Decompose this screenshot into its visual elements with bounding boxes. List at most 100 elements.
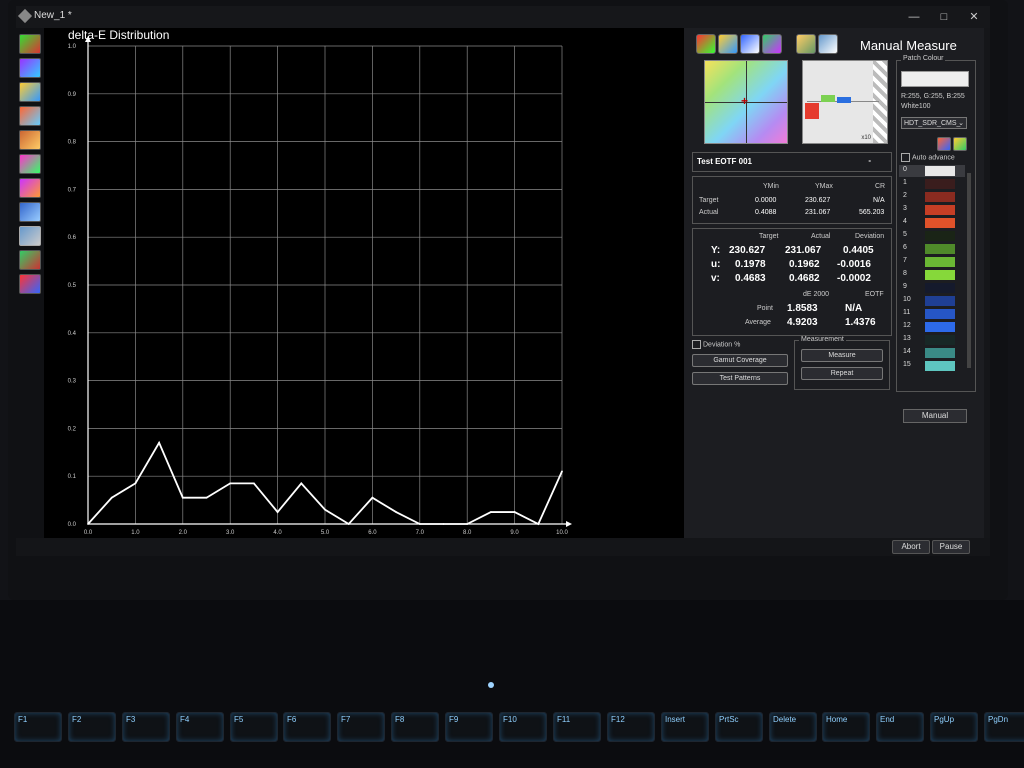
- point-label: Point: [757, 305, 773, 312]
- data-point: [371, 496, 374, 499]
- preview-blue-bar: [837, 97, 851, 103]
- measure-button[interactable]: Measure: [801, 349, 883, 362]
- key-f11[interactable]: F11: [553, 712, 601, 742]
- key-f8[interactable]: F8: [391, 712, 439, 742]
- checker-pattern: [873, 61, 887, 143]
- data-point: [134, 482, 137, 485]
- patch-row[interactable]: 9: [899, 282, 965, 294]
- chart-view-cie-icon[interactable]: [19, 34, 41, 54]
- patch-row[interactable]: 5: [899, 230, 965, 242]
- key-pgdn[interactable]: PgDn: [984, 712, 1024, 742]
- y-tick-label: 0.7: [68, 187, 77, 193]
- laptop-keyboard: F1 F2 F3 F4 F5 F6 F7 F8 F9 F10 F11 F12 Insert PrtSc De…: [0, 600, 1024, 768]
- key-f6[interactable]: F6: [283, 712, 331, 742]
- key-f7[interactable]: F7: [337, 712, 385, 742]
- patch-number: 9: [903, 283, 907, 290]
- mode-saturation-icon[interactable]: [762, 34, 782, 54]
- maximize-button[interactable]: □: [936, 10, 952, 24]
- chart-svg: 0.0 1.0 2.0 3.0 4.0 5.0 6.0 7.0 8.0 9.0 10.0 0.0 0.1…: [68, 36, 572, 536]
- key-delete[interactable]: Delete: [769, 712, 817, 742]
- patch-swatch: [925, 179, 955, 189]
- x-tick-label: 1.0: [131, 530, 140, 536]
- actual-row-label: Actual: [699, 209, 719, 216]
- u-deviation: -0.0016: [837, 259, 871, 270]
- repeat-button[interactable]: Repeat: [801, 367, 883, 380]
- patch-colour-legend: Patch Colour: [901, 55, 946, 62]
- key-pgup[interactable]: PgUp: [930, 712, 978, 742]
- key-prtsc[interactable]: PrtSc: [715, 712, 763, 742]
- key-f10[interactable]: F10: [499, 712, 547, 742]
- gamut-coverage-button[interactable]: Gamut Coverage: [692, 354, 788, 367]
- key-f12[interactable]: F12: [607, 712, 655, 742]
- app-icon: [17, 8, 33, 24]
- patch-row[interactable]: 0: [899, 165, 965, 177]
- data-point: [158, 441, 160, 444]
- pause-button[interactable]: Pause: [932, 540, 970, 554]
- key-f2[interactable]: F2: [68, 712, 116, 742]
- manual-button[interactable]: Manual: [903, 409, 967, 423]
- patch-swatch: [925, 192, 955, 202]
- data-point: [229, 482, 232, 485]
- key-f9[interactable]: F9: [445, 712, 493, 742]
- patch-row[interactable]: 11: [899, 308, 965, 320]
- chart-view-saturation-icon[interactable]: [19, 250, 41, 270]
- key-f4[interactable]: F4: [176, 712, 224, 742]
- key-home[interactable]: Home: [822, 712, 870, 742]
- patch-number: 15: [903, 361, 911, 368]
- x-tick-label: 10.0: [556, 530, 568, 536]
- chart-view-rgb-balance-icon[interactable]: [19, 130, 41, 150]
- patch-row[interactable]: 2: [899, 191, 965, 203]
- chevron-down-icon: ⌄: [958, 120, 964, 127]
- patch-row[interactable]: 13: [899, 334, 965, 346]
- auto-advance-checkbox[interactable]: Auto advance: [901, 153, 955, 162]
- test-patterns-button[interactable]: Test Patterns: [692, 372, 788, 385]
- patch-row[interactable]: 4: [899, 217, 965, 229]
- profile-select[interactable]: HDT_SDR_CMS_ ⌄: [901, 117, 967, 129]
- deviation-percent-checkbox[interactable]: Deviation %: [692, 340, 740, 349]
- chart-view-color-checker-icon[interactable]: [19, 274, 41, 294]
- patch-name: White100: [901, 103, 931, 110]
- patch-swatch: [925, 335, 955, 345]
- patch-row[interactable]: 15: [899, 360, 965, 372]
- key-f5[interactable]: F5: [230, 712, 278, 742]
- patch-number: 4: [903, 218, 907, 225]
- patch-edit-icon[interactable]: [937, 137, 951, 151]
- mode-gamut-icon[interactable]: [718, 34, 738, 54]
- patch-number: 0: [903, 166, 907, 173]
- patch-row[interactable]: 3: [899, 204, 965, 216]
- patch-row[interactable]: 1: [899, 178, 965, 190]
- key-insert[interactable]: Insert: [661, 712, 709, 742]
- patch-settings-icon[interactable]: [953, 137, 967, 151]
- key-end[interactable]: End: [876, 712, 924, 742]
- chart-view-luminance-icon[interactable]: [19, 178, 41, 198]
- v-actual: 0.4682: [789, 273, 820, 284]
- patch-row[interactable]: 14: [899, 347, 965, 359]
- mode-manual-icon[interactable]: [796, 34, 816, 54]
- mode-grayscale-icon[interactable]: [740, 34, 760, 54]
- patch-row[interactable]: 8: [899, 269, 965, 281]
- measurement-group: Measurement Measure Repeat: [794, 336, 890, 390]
- mode-cie-icon[interactable]: [696, 34, 716, 54]
- minimize-button[interactable]: —: [906, 10, 922, 24]
- close-button[interactable]: ✕: [966, 10, 982, 24]
- data-point: [300, 482, 303, 485]
- patch-list-scrollbar[interactable]: [967, 173, 971, 368]
- data-point: [395, 511, 397, 513]
- abort-button[interactable]: Abort: [892, 540, 930, 554]
- chart-view-gamut-icon[interactable]: [19, 58, 41, 78]
- y-actual: 231.067: [785, 245, 822, 256]
- patch-row[interactable]: 12: [899, 321, 965, 333]
- key-f1[interactable]: F1: [14, 712, 62, 742]
- chart-view-grayscale-icon[interactable]: [19, 82, 41, 102]
- point-eotf: N/A: [845, 303, 863, 314]
- mode-settings-icon[interactable]: [818, 34, 838, 54]
- chart-view-spectrum-icon[interactable]: [19, 154, 41, 174]
- key-f3[interactable]: F3: [122, 712, 170, 742]
- chart-view-distribution-icon[interactable]: [19, 226, 41, 246]
- patch-row[interactable]: 7: [899, 256, 965, 268]
- patch-row[interactable]: 6: [899, 243, 965, 255]
- chart-view-deltae-icon[interactable]: [19, 202, 41, 222]
- y-label: Y:: [711, 245, 721, 256]
- chart-view-gamma-icon[interactable]: [19, 106, 41, 126]
- patch-row[interactable]: 10: [899, 295, 965, 307]
